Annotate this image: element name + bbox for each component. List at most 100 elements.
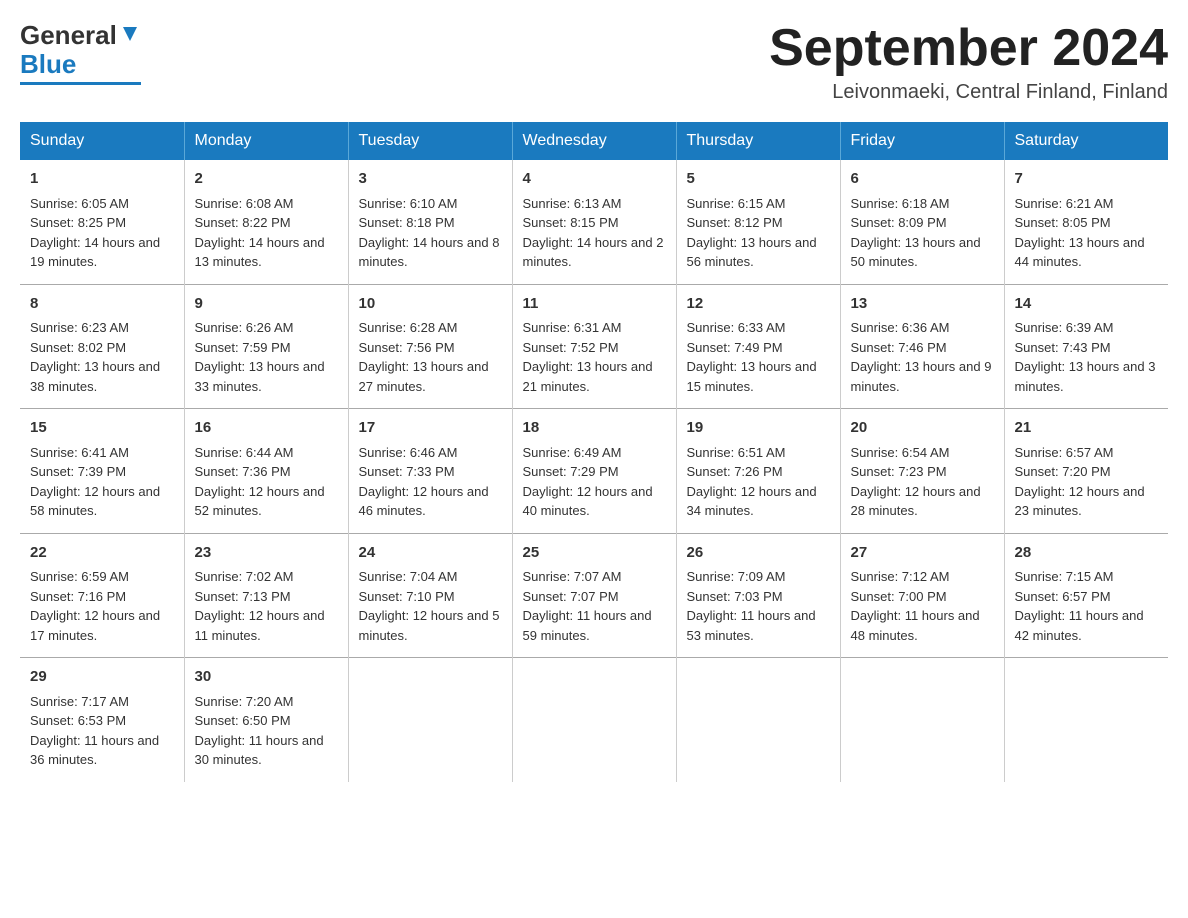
calendar-cell: 25Sunrise: 7:07 AMSunset: 7:07 PMDayligh…	[512, 533, 676, 658]
daylight-text: Daylight: 11 hours and 59 minutes.	[523, 606, 666, 645]
day-number: 29	[30, 666, 174, 689]
sunrise-text: Sunrise: 6:21 AM	[1015, 194, 1159, 214]
calendar-cell: 18Sunrise: 6:49 AMSunset: 7:29 PMDayligh…	[512, 409, 676, 534]
calendar-cell	[1004, 658, 1168, 782]
calendar-cell: 14Sunrise: 6:39 AMSunset: 7:43 PMDayligh…	[1004, 284, 1168, 409]
daylight-text: Daylight: 14 hours and 19 minutes.	[30, 233, 174, 272]
sunset-text: Sunset: 7:39 PM	[30, 462, 174, 482]
logo-blue: Blue	[20, 49, 76, 79]
day-number: 19	[687, 417, 830, 440]
sunset-text: Sunset: 7:46 PM	[851, 338, 994, 358]
sunrise-text: Sunrise: 6:08 AM	[195, 194, 338, 214]
sunrise-text: Sunrise: 6:23 AM	[30, 318, 174, 338]
day-number: 15	[30, 417, 174, 440]
weekday-header-sunday: Sunday	[20, 122, 184, 160]
sunset-text: Sunset: 6:50 PM	[195, 711, 338, 731]
daylight-text: Daylight: 13 hours and 3 minutes.	[1015, 357, 1159, 396]
logo-triangle-icon	[119, 23, 141, 45]
calendar-cell: 11Sunrise: 6:31 AMSunset: 7:52 PMDayligh…	[512, 284, 676, 409]
weekday-header-saturday: Saturday	[1004, 122, 1168, 160]
day-number: 5	[687, 168, 830, 191]
sunrise-text: Sunrise: 6:28 AM	[359, 318, 502, 338]
sunset-text: Sunset: 7:33 PM	[359, 462, 502, 482]
calendar-week-3: 15 Sunrise: 6:41 AMSunset: 7:39 PM Dayligh…	[20, 409, 1168, 534]
calendar-cell: 3Sunrise: 6:10 AMSunset: 8:18 PMDaylight…	[348, 160, 512, 284]
location: Leivonmaeki, Central Finland, Finland	[769, 81, 1168, 104]
sunrise-text: Sunrise: 7:15 AM	[1015, 567, 1159, 587]
daylight-text: Daylight: 11 hours and 53 minutes.	[687, 606, 830, 645]
calendar-cell: 22Sunrise: 6:59 AMSunset: 7:16 PMDayligh…	[20, 533, 184, 658]
calendar-cell: 21Sunrise: 6:57 AMSunset: 7:20 PMDayligh…	[1004, 409, 1168, 534]
calendar-cell: 5Sunrise: 6:15 AMSunset: 8:12 PMDaylight…	[676, 160, 840, 284]
sunset-text: Sunset: 7:36 PM	[195, 462, 338, 482]
title-section: September 2024 Leivonmaeki, Central Finl…	[769, 20, 1168, 104]
day-number: 17	[359, 417, 502, 440]
day-number: 14	[1015, 293, 1159, 316]
daylight-text: Daylight: 14 hours and 13 minutes.	[195, 233, 338, 272]
sunset-text: Sunset: 8:02 PM	[30, 338, 174, 358]
sunset-text: Sunset: 7:43 PM	[1015, 338, 1159, 358]
calendar-cell: 6Sunrise: 6:18 AMSunset: 8:09 PMDaylight…	[840, 160, 1004, 284]
sunrise-text: Sunrise: 7:12 AM	[851, 567, 994, 587]
daylight-text: Daylight: 12 hours and 52 minutes.	[195, 482, 338, 521]
sunset-text: Sunset: 7:00 PM	[851, 587, 994, 607]
day-number: 2	[195, 168, 338, 191]
day-number: 13	[851, 293, 994, 316]
sunset-text: Sunset: 7:59 PM	[195, 338, 338, 358]
logo: General Blue	[20, 20, 141, 85]
sunset-text: Sunset: 7:13 PM	[195, 587, 338, 607]
calendar-cell	[348, 658, 512, 782]
daylight-text: Daylight: 13 hours and 21 minutes.	[523, 357, 666, 396]
day-number: 16	[195, 417, 338, 440]
calendar-cell: 17Sunrise: 6:46 AMSunset: 7:33 PMDayligh…	[348, 409, 512, 534]
daylight-text: Daylight: 12 hours and 28 minutes.	[851, 482, 994, 521]
calendar-cell	[676, 658, 840, 782]
sunrise-text: Sunrise: 6:26 AM	[195, 318, 338, 338]
calendar-cell: 27Sunrise: 7:12 AMSunset: 7:00 PMDayligh…	[840, 533, 1004, 658]
daylight-text: Daylight: 12 hours and 40 minutes.	[523, 482, 666, 521]
calendar-cell: 24Sunrise: 7:04 AMSunset: 7:10 PMDayligh…	[348, 533, 512, 658]
sunset-text: Sunset: 6:57 PM	[1015, 587, 1159, 607]
calendar-cell: 23Sunrise: 7:02 AMSunset: 7:13 PMDayligh…	[184, 533, 348, 658]
calendar-week-5: 29Sunrise: 7:17 AMSunset: 6:53 PMDayligh…	[20, 658, 1168, 782]
day-number: 23	[195, 542, 338, 565]
day-number: 10	[359, 293, 502, 316]
weekday-header-tuesday: Tuesday	[348, 122, 512, 160]
sunset-text: Sunset: 8:15 PM	[523, 213, 666, 233]
sunset-text: Sunset: 7:20 PM	[1015, 462, 1159, 482]
sunrise-text: Sunrise: 6:15 AM	[687, 194, 830, 214]
sunrise-text: Sunrise: 6:05 AM	[30, 194, 174, 214]
calendar-cell: 19Sunrise: 6:51 AMSunset: 7:26 PMDayligh…	[676, 409, 840, 534]
sunrise-text: Sunrise: 6:59 AM	[30, 567, 174, 587]
daylight-text: Daylight: 14 hours and 2 minutes.	[523, 233, 666, 272]
sunrise-text: Sunrise: 6:18 AM	[851, 194, 994, 214]
calendar-cell: 10Sunrise: 6:28 AMSunset: 7:56 PMDayligh…	[348, 284, 512, 409]
day-number: 26	[687, 542, 830, 565]
day-number: 3	[359, 168, 502, 191]
calendar-week-4: 22Sunrise: 6:59 AMSunset: 7:16 PMDayligh…	[20, 533, 1168, 658]
sunset-text: Sunset: 8:12 PM	[687, 213, 830, 233]
daylight-text: Daylight: 12 hours and 5 minutes.	[359, 606, 502, 645]
sunrise-text: Sunrise: 6:10 AM	[359, 194, 502, 214]
calendar-cell: 16Sunrise: 6:44 AMSunset: 7:36 PMDayligh…	[184, 409, 348, 534]
calendar-cell: 28Sunrise: 7:15 AMSunset: 6:57 PMDayligh…	[1004, 533, 1168, 658]
sunset-text: Sunset: 6:53 PM	[30, 711, 174, 731]
weekday-header-monday: Monday	[184, 122, 348, 160]
sunrise-text: Sunrise: 6:57 AM	[1015, 443, 1159, 463]
sunrise-text: Sunrise: 6:33 AM	[687, 318, 830, 338]
daylight-text: Daylight: 13 hours and 15 minutes.	[687, 357, 830, 396]
sunset-text: Sunset: 7:29 PM	[523, 462, 666, 482]
day-number: 28	[1015, 542, 1159, 565]
calendar-cell: 2Sunrise: 6:08 AMSunset: 8:22 PMDaylight…	[184, 160, 348, 284]
sunset-text: Sunset: 7:56 PM	[359, 338, 502, 358]
sunset-text: Sunset: 8:25 PM	[30, 213, 174, 233]
daylight-text: Daylight: 12 hours and 17 minutes.	[30, 606, 174, 645]
sunrise-text: Sunrise: 6:41 AM	[30, 443, 174, 463]
sunset-text: Sunset: 7:52 PM	[523, 338, 666, 358]
day-number: 21	[1015, 417, 1159, 440]
weekday-header-row: SundayMondayTuesdayWednesdayThursdayFrid…	[20, 122, 1168, 160]
day-number: 18	[523, 417, 666, 440]
sunrise-text: Sunrise: 7:07 AM	[523, 567, 666, 587]
calendar-cell: 4Sunrise: 6:13 AMSunset: 8:15 PMDaylight…	[512, 160, 676, 284]
day-number: 30	[195, 666, 338, 689]
